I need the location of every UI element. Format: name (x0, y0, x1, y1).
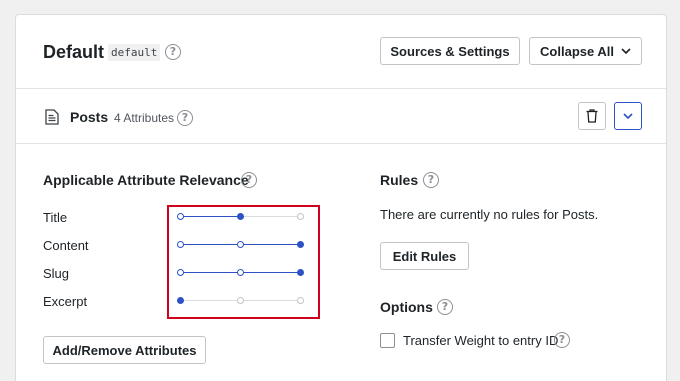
rules-empty-text: There are currently no rules for Posts. (380, 207, 599, 222)
slider-stop[interactable] (297, 213, 304, 220)
engine-title: Default (43, 42, 105, 62)
relevance-slider-slug[interactable] (177, 267, 304, 279)
transfer-weight-help-icon[interactable]: ? (554, 332, 570, 348)
rules-help-icon[interactable]: ? (423, 172, 439, 188)
slider-stop[interactable] (237, 269, 244, 276)
toggle-source-button[interactable] (614, 102, 642, 130)
source-title: Posts (70, 109, 109, 125)
collapse-all-label: Collapse All (540, 43, 614, 59)
attribute-label-content: Content (43, 238, 89, 253)
slider-handle[interactable] (177, 297, 184, 304)
transfer-weight-label: Transfer Weight to entry ID (403, 333, 559, 348)
document-icon (45, 109, 59, 125)
relevance-heading: Applicable Attribute Relevance (43, 172, 249, 188)
engine-slug: default (108, 44, 161, 61)
attribute-label-excerpt: Excerpt (43, 294, 88, 309)
trash-icon (586, 109, 598, 123)
slider-stop[interactable] (237, 297, 244, 304)
delete-source-button[interactable] (578, 102, 606, 130)
slider-stop[interactable] (177, 241, 184, 248)
attribute-label-slug: Slug (43, 266, 70, 281)
rules-heading: Rules (380, 172, 419, 188)
add-remove-attributes-button[interactable]: Add/Remove Attributes (43, 336, 206, 364)
edit-rules-button[interactable]: Edit Rules (380, 242, 469, 270)
slider-fill (180, 216, 240, 217)
relevance-slider-excerpt[interactable] (177, 295, 304, 307)
slider-handle[interactable] (297, 269, 304, 276)
slider-stop[interactable] (297, 297, 304, 304)
engine-card: Default default ? Sources & Settings Col… (15, 14, 667, 381)
relevance-help-icon[interactable]: ? (241, 172, 257, 188)
options-help-icon[interactable]: ? (437, 299, 453, 315)
chevron-down-icon (623, 112, 633, 119)
attribute-count: 4 Attributes (114, 111, 175, 125)
relevance-slider-content[interactable] (177, 239, 304, 251)
engine-header: Default default ? Sources & Settings Col… (16, 15, 666, 89)
options-heading: Options (380, 299, 433, 315)
collapse-all-button[interactable]: Collapse All (529, 37, 642, 65)
relevance-slider-title[interactable] (177, 211, 304, 223)
transfer-weight-checkbox[interactable] (380, 333, 395, 348)
sources-settings-button[interactable]: Sources & Settings (380, 37, 520, 65)
attribute-label-title: Title (43, 210, 68, 225)
source-header: Posts 4 Attributes ? (16, 89, 666, 144)
source-help-icon[interactable]: ? (177, 110, 193, 126)
slider-stop[interactable] (177, 269, 184, 276)
engine-help-icon[interactable]: ? (165, 44, 181, 60)
slider-handle[interactable] (237, 213, 244, 220)
chevron-down-icon (621, 47, 631, 54)
slider-stop[interactable] (237, 241, 244, 248)
slider-handle[interactable] (297, 241, 304, 248)
slider-stop[interactable] (177, 213, 184, 220)
